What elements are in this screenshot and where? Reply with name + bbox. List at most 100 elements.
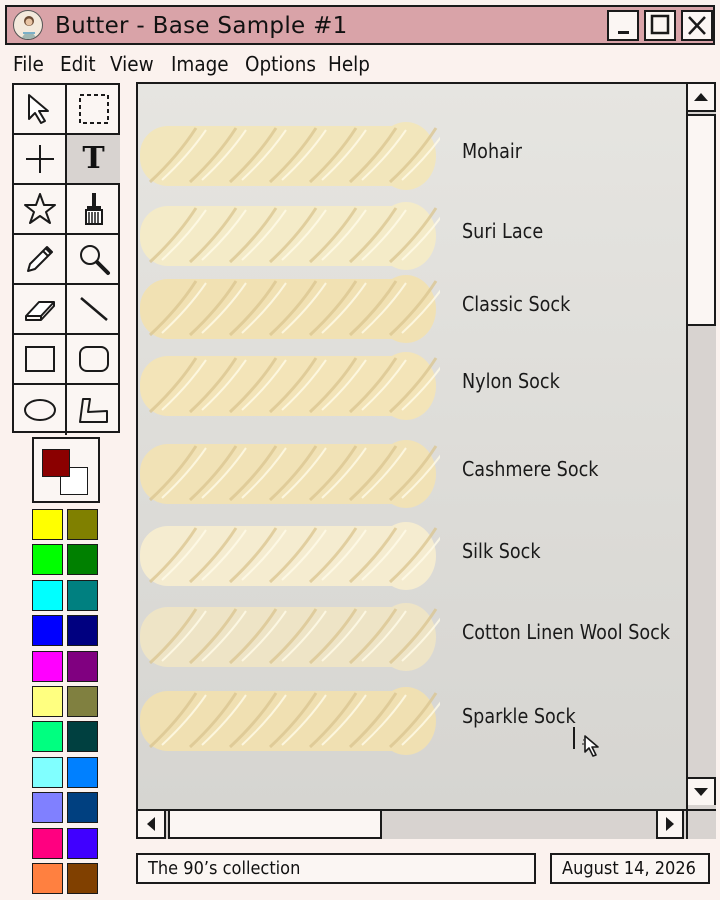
palette-swatch[interactable] xyxy=(32,863,63,894)
palette-swatch[interactable] xyxy=(67,686,98,717)
palette-swatch[interactable] xyxy=(67,721,98,753)
tool-line[interactable] xyxy=(67,285,120,335)
palette-swatch[interactable] xyxy=(32,792,63,824)
yarn-label: Cashmere Sock xyxy=(462,457,599,481)
yarn-skein xyxy=(140,202,440,270)
tool-rectangle[interactable] xyxy=(14,335,67,385)
yarn-skein xyxy=(140,603,440,671)
palette-swatch[interactable] xyxy=(67,792,98,824)
palette-swatch[interactable] xyxy=(67,827,98,859)
tool-crosshair[interactable] xyxy=(14,135,67,185)
scroll-right-arrow-icon xyxy=(666,817,674,831)
color-selector[interactable] xyxy=(32,437,100,503)
palette-swatch[interactable] xyxy=(67,863,98,894)
menu-file[interactable]: File xyxy=(13,50,44,78)
yarn-skein xyxy=(140,122,440,190)
text-cursor xyxy=(573,727,575,749)
scroll-left-arrow-icon xyxy=(147,817,155,831)
tool-eraser[interactable] xyxy=(14,285,67,335)
menu-options[interactable]: Options xyxy=(245,50,316,78)
toolbox: T xyxy=(12,83,120,435)
pencil-icon xyxy=(26,246,53,272)
ellipse-icon xyxy=(23,399,56,421)
palette-swatch[interactable] xyxy=(67,544,98,576)
palette-swatch[interactable] xyxy=(32,650,63,682)
palette-swatch[interactable] xyxy=(32,544,63,576)
foreground-color[interactable] xyxy=(42,449,70,477)
palette-swatch[interactable] xyxy=(67,756,98,788)
maximize-button[interactable] xyxy=(644,10,676,41)
palette-swatch[interactable] xyxy=(32,579,63,611)
menu-edit[interactable]: Edit xyxy=(60,50,96,78)
menu-view[interactable]: View xyxy=(110,50,154,78)
close-button[interactable] xyxy=(681,10,713,41)
palette-swatch[interactable] xyxy=(67,579,98,611)
scroll-left-button[interactable] xyxy=(138,811,166,839)
tool-zoom[interactable] xyxy=(67,235,120,285)
palette-swatch[interactable] xyxy=(32,827,63,859)
yarn-skein xyxy=(140,687,440,755)
select-arrow-icon xyxy=(27,94,49,124)
menu-image[interactable]: Image xyxy=(171,50,229,78)
yarn-label: Mohair xyxy=(462,139,523,163)
status-date: August 14, 2026 xyxy=(550,853,710,884)
star-icon xyxy=(23,193,56,224)
rounded-rectangle-icon xyxy=(78,346,109,372)
text-tool-icon: T xyxy=(82,141,105,176)
tool-star[interactable] xyxy=(14,185,67,235)
horizontal-scrollbar[interactable] xyxy=(138,809,686,839)
line-icon xyxy=(79,297,108,321)
window-title: Butter - Base Sample #1 xyxy=(55,13,348,39)
canvas-frame: Mohair Suri Lace Classic Sock Nylon Sock Cas… xyxy=(136,82,716,839)
crosshair-icon xyxy=(25,145,54,173)
palette-swatch[interactable] xyxy=(32,686,63,717)
minimize-button[interactable] xyxy=(607,10,639,41)
tool-brush[interactable] xyxy=(67,185,120,235)
menu-help[interactable]: Help xyxy=(328,50,370,78)
yarn-label: Classic Sock xyxy=(462,292,571,316)
status-caption-text: The 90’s collection xyxy=(148,858,301,879)
tool-text[interactable]: T xyxy=(67,135,120,185)
knitter-avatar-icon xyxy=(13,10,43,40)
yarn-skein xyxy=(140,275,440,343)
image-canvas[interactable]: Mohair Suri Lace Classic Sock Nylon Sock Cas… xyxy=(138,84,686,809)
scroll-down-button[interactable] xyxy=(688,777,716,805)
yarn-label: Suri Lace xyxy=(462,219,544,243)
rectangle-select-icon xyxy=(78,94,109,124)
yarn-label: Cotton Linen Wool Sock xyxy=(462,620,671,644)
brush-icon xyxy=(84,193,103,225)
tool-pencil[interactable] xyxy=(14,235,67,285)
palette-swatch[interactable] xyxy=(32,756,63,788)
close-icon xyxy=(688,16,706,35)
scroll-down-arrow-icon xyxy=(694,788,708,796)
status-caption: The 90’s collection xyxy=(136,853,536,884)
scroll-right-button[interactable] xyxy=(656,811,684,839)
scrollbar-corner xyxy=(686,809,716,839)
yarn-label: Silk Sock xyxy=(462,539,541,563)
palette-swatch[interactable] xyxy=(67,650,98,682)
vertical-scroll-thumb[interactable] xyxy=(688,114,716,326)
polygon-icon xyxy=(78,398,108,423)
scroll-up-button[interactable] xyxy=(688,84,716,112)
status-date-text: August 14, 2026 xyxy=(562,858,696,879)
yarn-label: Nylon Sock xyxy=(462,369,560,393)
palette-swatch[interactable] xyxy=(67,615,98,647)
minimize-icon xyxy=(618,31,629,34)
tool-select[interactable] xyxy=(14,85,67,135)
maximize-icon xyxy=(650,14,670,35)
mouse-pointer-icon xyxy=(582,735,599,757)
horizontal-scroll-thumb[interactable] xyxy=(168,811,382,839)
yarn-skein xyxy=(140,522,440,590)
rectangle-icon xyxy=(24,346,55,372)
tool-polygon[interactable] xyxy=(67,385,120,435)
magnifier-icon xyxy=(79,245,110,275)
palette-swatch[interactable] xyxy=(32,509,63,540)
palette-swatch[interactable] xyxy=(32,615,63,647)
tool-rounded-rectangle[interactable] xyxy=(67,335,120,385)
palette-swatch[interactable] xyxy=(32,721,63,753)
palette-swatch[interactable] xyxy=(67,509,98,540)
vertical-scrollbar[interactable] xyxy=(686,84,716,809)
tool-ellipse[interactable] xyxy=(14,385,67,435)
scroll-up-arrow-icon xyxy=(694,93,708,101)
tool-rect-select[interactable] xyxy=(67,85,120,135)
